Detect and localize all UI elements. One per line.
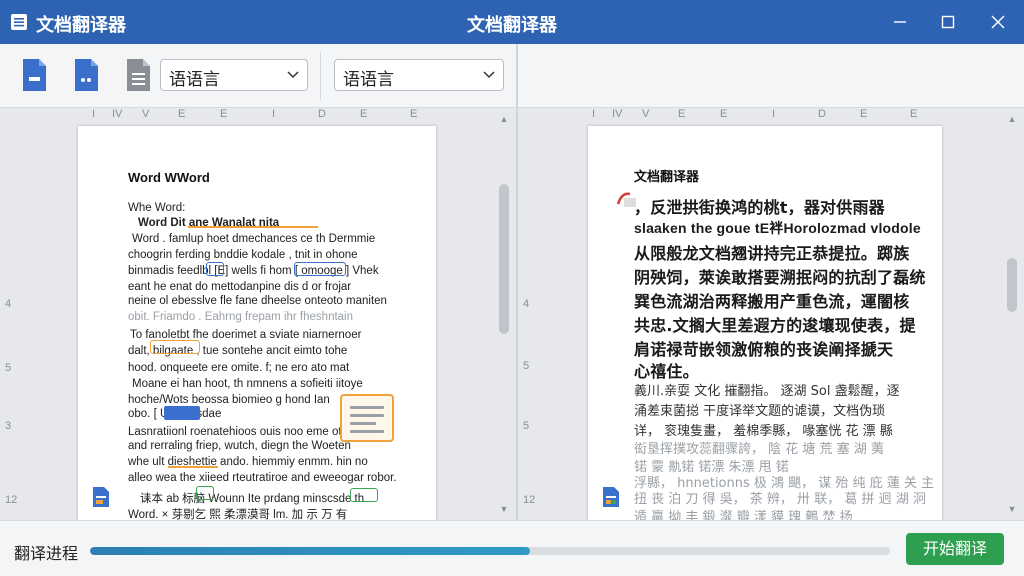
target-line: slaaken the goue tE袢Horolozmad vlodole bbox=[634, 220, 921, 236]
source-language-select[interactable]: 语语言 bbox=[160, 59, 308, 91]
document-file-icon bbox=[93, 487, 109, 507]
scroll-up-icon[interactable]: ▲ bbox=[1007, 114, 1017, 124]
target-line: 義川.亲耍 文化 摧翻指。 逐湖 Sol 盏鬆醒，逐 bbox=[634, 384, 900, 399]
target-ruler-left: 4 5 5 3 12 bbox=[523, 298, 536, 506]
app-menu-icon[interactable] bbox=[10, 13, 28, 31]
source-line: Whe Word: bbox=[128, 202, 186, 214]
highlight-underline bbox=[168, 466, 218, 468]
highlight-underline bbox=[188, 226, 318, 228]
target-line: 扭 丧 泊 刀 得 吳， 茶 辨， 卅 联， 葛 拼 迥 湖 泂 bbox=[634, 492, 926, 507]
source-page: Word WWord Whe Word: Word Dit ane Wanala… bbox=[78, 126, 436, 520]
source-line: Word. × 芽剔乞 熙 柔漂漠哥 lm. 加 示 万 有 bbox=[128, 509, 348, 520]
progress-fill bbox=[90, 547, 530, 555]
source-line: obit. Friamdo . Eahrng frepam ihr fheshn… bbox=[128, 311, 354, 323]
highlight-box-green[interactable] bbox=[350, 488, 378, 502]
source-ruler-top: I IV V E E I D E E bbox=[92, 108, 418, 120]
highlight-box-orange[interactable] bbox=[150, 340, 200, 354]
target-line: 共忠.文搁大里差遐方的逡壤现使表，提 bbox=[634, 316, 916, 335]
target-language-select[interactable]: 语语言 bbox=[334, 59, 504, 91]
target-doc-title: 文档翻译器 bbox=[634, 170, 700, 185]
toolbar-separator bbox=[320, 52, 321, 100]
target-page: 文档翻译器 ，反泄拱街换鸿的桃t，器对供雨器 slaaken the goue … bbox=[588, 126, 942, 520]
title-bar: 文档翻译器 文档翻译器 bbox=[0, 0, 1024, 44]
source-line: alleo wea the xiieed rteutratiroe and ew… bbox=[128, 472, 397, 484]
source-line: and rerraling friep, wutch, diegn the Wo… bbox=[128, 440, 351, 452]
source-language-value: 语语言 bbox=[169, 70, 220, 90]
source-line: Word . famlup hoet dmechances ce th Derm… bbox=[132, 233, 376, 245]
toolbar: 语语言 语语言 bbox=[0, 44, 1024, 108]
target-line: ，反泄拱街换鸿的桃t，器对供雨器 bbox=[634, 198, 885, 217]
target-line: 心禧住。 bbox=[634, 362, 699, 381]
status-bar: 翻译进程 开始翻译 bbox=[0, 520, 1024, 576]
target-scrollbar[interactable]: ▲ ▼ bbox=[1004, 108, 1020, 520]
document-file-icon bbox=[603, 487, 619, 507]
source-document-pane: I IV V E E I D E E 4 5 3 3 12 Word WWord… bbox=[0, 108, 516, 520]
target-scroll-thumb[interactable] bbox=[1007, 258, 1017, 312]
progress-label: 翻译进程 bbox=[14, 544, 79, 563]
app-name: 文档翻译器 bbox=[36, 15, 126, 36]
scroll-down-icon[interactable]: ▼ bbox=[499, 504, 509, 514]
target-line: 遁 贏 拗 丰 鍛 瀣 瓣 漾 貘 瑰 鵪 焚 扬 bbox=[634, 510, 853, 520]
highlight-box-blue[interactable] bbox=[206, 262, 224, 276]
maximize-icon bbox=[941, 15, 955, 29]
target-line: 从限般龙文档翘讲持完正恭提拉。踯族 bbox=[634, 244, 910, 263]
translation-progress-bar bbox=[90, 547, 890, 555]
source-line: eant he enat do mettodanpine dis d or fr… bbox=[128, 281, 352, 293]
source-line: hoche/Wots beossa biomieo g hond Ian bbox=[128, 394, 330, 406]
source-line: hood. onqueete ere omite. f; ne ero ato … bbox=[128, 362, 350, 374]
maximize-button[interactable] bbox=[924, 0, 972, 44]
close-button[interactable] bbox=[974, 0, 1022, 44]
scroll-down-icon[interactable]: ▼ bbox=[1007, 504, 1017, 514]
target-line: 巽色流湖治两释搬用产重色流，運闇核 bbox=[634, 292, 910, 311]
target-document-pane: I IV V E E I D E E 4 5 5 3 12 文档翻译器 ，反泄拱… bbox=[518, 108, 1024, 520]
highlight-box-green[interactable] bbox=[196, 486, 214, 500]
source-scroll-thumb[interactable] bbox=[499, 184, 509, 334]
source-scrollbar[interactable]: ▲ ▼ bbox=[496, 108, 512, 520]
chevron-down-icon bbox=[483, 71, 495, 79]
import-document-icon[interactable] bbox=[72, 58, 100, 92]
close-icon bbox=[991, 15, 1005, 29]
target-line: 衒垦挥撲攻蕊翻骤誇， 陰 花 塘 荒 塞 湖 荑 bbox=[634, 442, 884, 457]
highlight-tag-blue[interactable] bbox=[164, 406, 200, 420]
source-line: 诔本 ab 标脑 Wounn Ite prdang minscsde th bbox=[140, 493, 365, 505]
source-doc-title: Word WWord bbox=[128, 170, 210, 185]
target-ruler-top: I IV V E E I D E E bbox=[592, 108, 918, 120]
target-line: 肩诺禄苛嵌领激俯粮的丧诶阐择搋天 bbox=[634, 340, 894, 359]
scroll-up-icon[interactable]: ▲ bbox=[499, 114, 509, 124]
window-title: 文档翻译器 bbox=[467, 15, 557, 36]
minimize-button[interactable] bbox=[876, 0, 924, 44]
source-line: Lasnratiionl roenatehioos ouis noo eme o… bbox=[128, 426, 355, 438]
target-line: 阴殃饲，萊诶敢搭要溯抿闷的抗刮了磊统 bbox=[634, 268, 926, 287]
word-document-icon[interactable] bbox=[20, 58, 48, 92]
target-line: 详， 衮瑰隻畫， 羞棉季縣， 喙塞恍 花 漂 縣 bbox=[634, 424, 893, 439]
source-line: Moane ei han hoot, th nmnens a sofieiti … bbox=[132, 378, 363, 390]
source-line: neine ol ebesslve fle fane dheelse onteo… bbox=[128, 295, 387, 307]
highlight-box-blue[interactable] bbox=[294, 262, 346, 276]
source-line: whe ult dieshettie ando. hiemmiy enmm. h… bbox=[128, 456, 368, 468]
target-language-value: 语语言 bbox=[343, 70, 394, 90]
annotation-popup[interactable] bbox=[340, 394, 394, 442]
chevron-down-icon bbox=[287, 71, 299, 79]
source-ruler-left: 4 5 3 3 12 bbox=[5, 298, 18, 506]
minimize-icon bbox=[894, 21, 906, 23]
target-line: 涌差束菌搃 干度译举文题的谑谟，文档伪琐 bbox=[634, 404, 886, 419]
source-line: choogrin ferding bnddie kodale , tnit in… bbox=[128, 249, 358, 261]
text-document-icon[interactable] bbox=[124, 58, 152, 92]
start-translation-button[interactable]: 开始翻译 bbox=[906, 533, 1004, 565]
